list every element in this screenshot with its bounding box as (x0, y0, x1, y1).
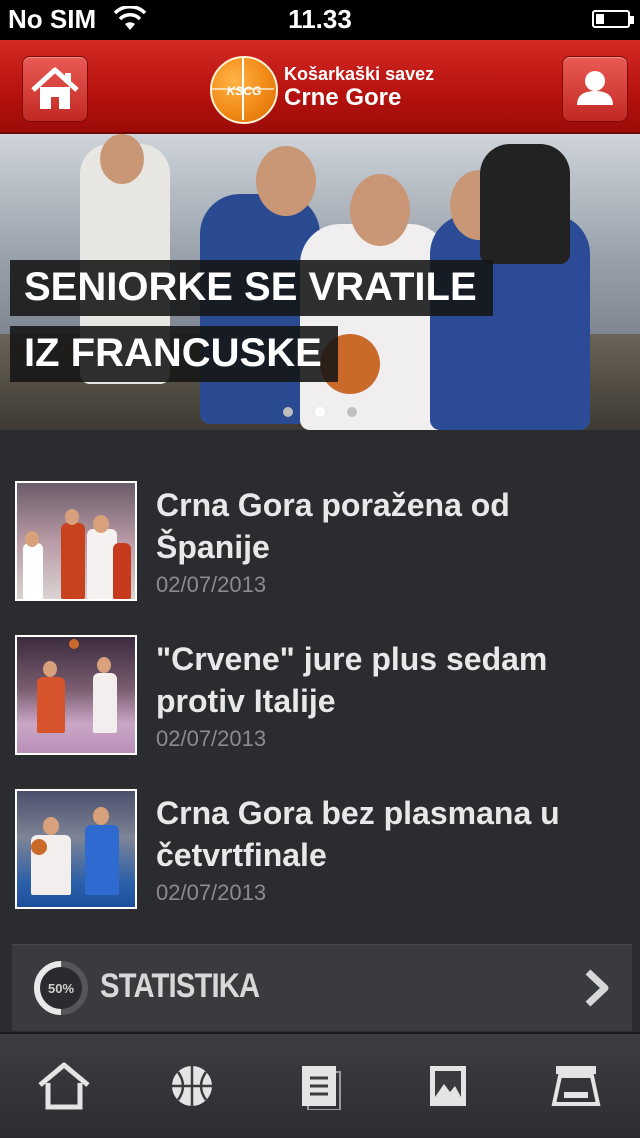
hero-referee (480, 144, 570, 264)
image-icon (430, 1066, 466, 1106)
tab-games[interactable] (162, 1058, 222, 1114)
tab-news[interactable] (290, 1058, 350, 1114)
news-date: 02/07/2013 (156, 726, 267, 751)
hero-player-head (256, 146, 316, 216)
tab-bar (0, 1032, 640, 1138)
news-thumbnail (15, 789, 137, 909)
news-item[interactable]: "Crvene" jure plus sedam protiv Italije … (0, 624, 640, 764)
page-dot-active[interactable] (315, 407, 325, 417)
page-dot[interactable] (347, 407, 357, 417)
brand-line-2: Crne Gore (284, 84, 402, 111)
home-icon (38, 1062, 90, 1110)
kscg-logo: KSCG (210, 56, 278, 124)
news-thumbnail (15, 481, 137, 601)
user-icon (577, 71, 613, 105)
slider-pagination (0, 404, 640, 422)
news-item[interactable]: Crna Gora bez plasmana u četvrtfinale 02… (0, 778, 640, 918)
hero-player-head (100, 134, 144, 184)
status-bar: No SIM 11.33 (0, 0, 640, 40)
chevron-right-icon (585, 969, 609, 1007)
basketball-icon (172, 1066, 212, 1106)
tab-home[interactable] (34, 1058, 94, 1114)
tab-standings[interactable] (546, 1058, 606, 1114)
brand-line-1: Košarkaški savez (284, 64, 435, 84)
app-header: KSCG Košarkaški savez Crne Gore (0, 40, 640, 134)
tab-gallery[interactable] (418, 1058, 478, 1114)
news-item[interactable]: Crna Gora poražena od Španije 02/07/2013 (0, 470, 640, 610)
headline-line-1: SENIORKE SE VRATILE (10, 260, 493, 316)
news-date: 02/07/2013 (156, 880, 267, 905)
news-title: "Crvene" jure plus sedam protiv Italije (156, 641, 548, 719)
news-title: Crna Gora bez plasmana u četvrtfinale (156, 795, 560, 873)
home-icon (31, 67, 79, 109)
news-title: Crna Gora poražena od Španije (156, 487, 510, 565)
battery-icon (592, 10, 634, 28)
profile-button[interactable] (562, 56, 628, 122)
page-dot[interactable] (283, 407, 293, 417)
logo-text: KSCG (226, 84, 262, 98)
hero-player-head (350, 174, 410, 246)
news-thumbnail (15, 635, 137, 755)
document-icon (302, 1066, 341, 1110)
headline-line-2: IZ FRANCUSKE (10, 326, 338, 382)
progress-gauge-icon: 50% (34, 961, 88, 1015)
home-button[interactable] (22, 56, 88, 122)
statistics-label: STATISTIKA (100, 967, 260, 1005)
statistics-row[interactable]: 50% STATISTIKA (12, 944, 632, 1031)
news-date: 02/07/2013 (156, 572, 267, 597)
featured-slider[interactable]: SENIORKE SE VRATILE IZ FRANCUSKE (0, 134, 640, 430)
gauge-text: 50% (48, 981, 74, 996)
clock: 11.33 (288, 4, 352, 34)
printer-icon (551, 1066, 601, 1106)
